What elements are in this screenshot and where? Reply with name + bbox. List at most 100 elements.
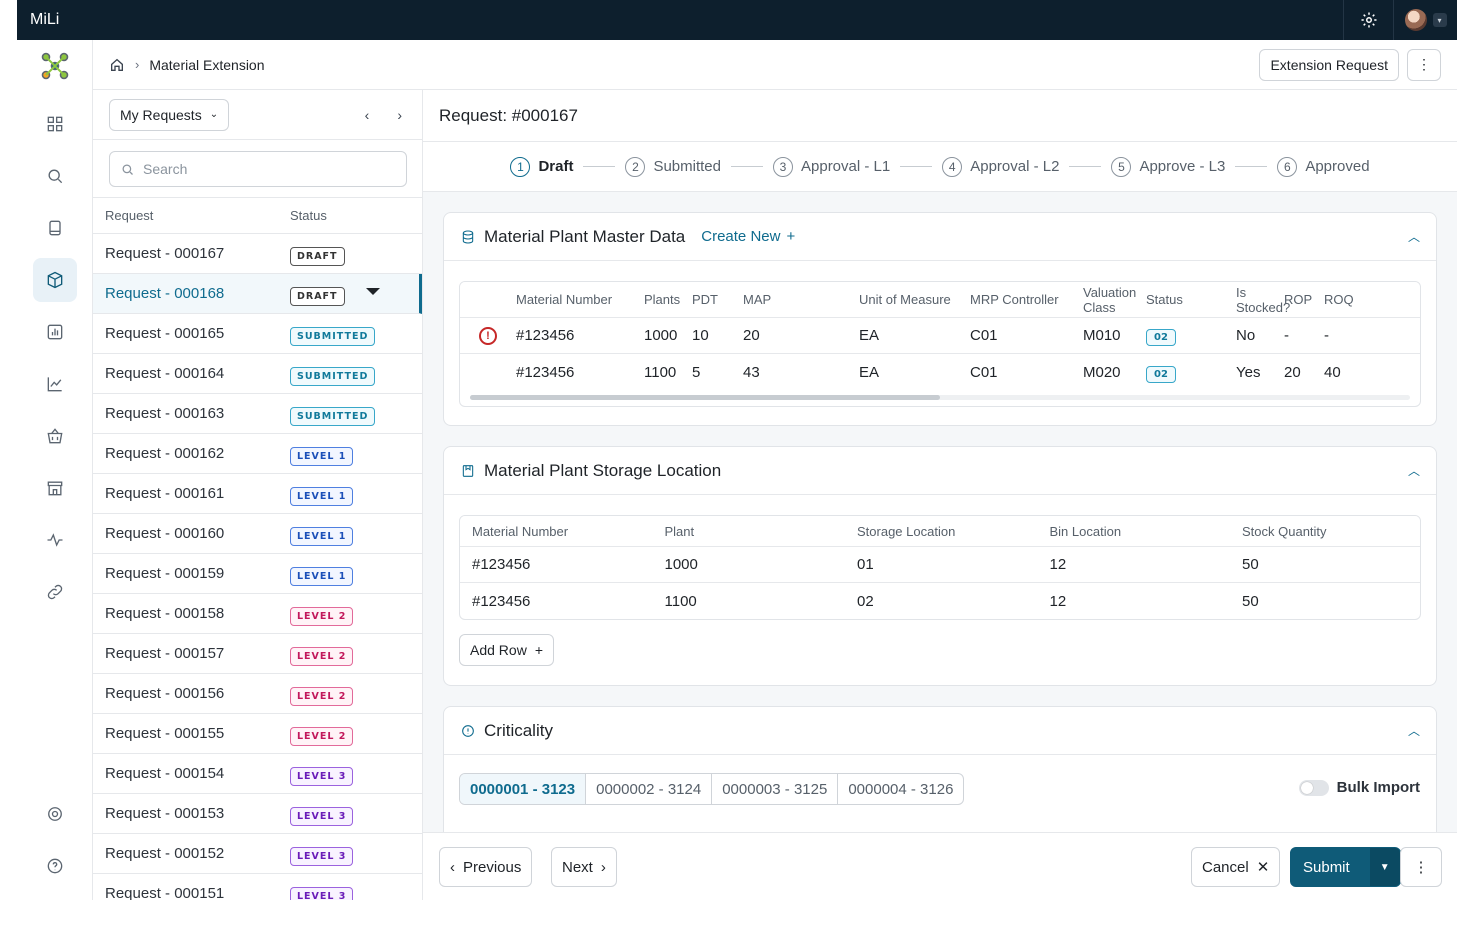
collapse-icon[interactable]: ︿: [1408, 462, 1420, 479]
collapse-icon[interactable]: ︿: [1408, 228, 1420, 245]
step-number: 4: [942, 156, 963, 177]
nav-store[interactable]: [33, 466, 77, 510]
criticality-tab[interactable]: 0000003 - 3125: [712, 774, 839, 804]
request-list-item[interactable]: Request - 000168 DRAFT: [93, 274, 422, 314]
add-row-button[interactable]: Add Row +: [459, 634, 554, 666]
nav-materials[interactable]: [33, 258, 77, 302]
request-name: Request - 000156: [105, 685, 225, 702]
nav-settings[interactable]: [33, 792, 77, 836]
previous-label: Previous: [463, 858, 522, 876]
prev-page-icon[interactable]: ‹: [365, 107, 370, 123]
request-list-item[interactable]: Request - 000163 SUBMITTED: [93, 394, 422, 434]
nav-activity[interactable]: [33, 518, 77, 562]
create-new-link[interactable]: Create New +: [701, 228, 795, 245]
extension-request-button[interactable]: Extension Request: [1259, 48, 1399, 81]
column-header: MRP Controller: [970, 292, 1059, 307]
nav-reports[interactable]: [33, 310, 77, 354]
user-menu[interactable]: ▾: [1393, 0, 1457, 40]
table-row[interactable]: ! #123456 1000 10 20 EA C01 M010 02 No - -: [460, 318, 1420, 354]
status-badge: LEVEL 2: [290, 646, 354, 666]
request-list-item[interactable]: Request - 000159 LEVEL 1: [93, 554, 422, 594]
nav-basket[interactable]: [33, 414, 77, 458]
table-cell: 20: [1284, 363, 1301, 381]
request-list-item[interactable]: Request - 000160 LEVEL 1: [93, 514, 422, 554]
column-header: Is Stocked?: [1236, 284, 1291, 315]
request-list-item[interactable]: Request - 000158 LEVEL 2: [93, 594, 422, 634]
request-list-item[interactable]: Request - 000162 LEVEL 1: [93, 434, 422, 474]
request-list-item[interactable]: Request - 000151 LEVEL 3: [93, 874, 422, 900]
request-list-item[interactable]: Request - 000156 LEVEL 2: [93, 674, 422, 714]
search-input[interactable]: Search: [109, 151, 407, 187]
horizontal-scrollbar[interactable]: [460, 390, 1420, 406]
table-row[interactable]: #123456 1100 02 12 50: [460, 583, 1420, 619]
chevron-down-icon[interactable]: ▼: [1369, 848, 1400, 886]
next-button[interactable]: Next ›: [551, 847, 617, 887]
step-label: Approval - L1: [801, 158, 891, 175]
request-name: Request - 000168: [105, 285, 225, 302]
info-icon: [462, 724, 474, 737]
request-list-item[interactable]: Request - 000165 SUBMITTED: [93, 314, 422, 354]
criticality-tab[interactable]: 0000004 - 3126: [838, 774, 963, 804]
column-header: Unit of Measure: [859, 292, 951, 307]
table-cell: 12: [1049, 556, 1067, 573]
caret-down-icon[interactable]: [366, 288, 380, 295]
table-cell: 50: [1242, 556, 1259, 573]
settings-button[interactable]: [1343, 0, 1393, 40]
submit-button[interactable]: Submit ▼: [1290, 847, 1401, 887]
request-list-item[interactable]: Request - 000161 LEVEL 1: [93, 474, 422, 514]
cancel-button[interactable]: Cancel ✕: [1191, 847, 1281, 887]
table-cell: M010: [1083, 327, 1121, 344]
card-title: Material Plant Storage Location: [484, 460, 722, 480]
help-icon: [47, 858, 63, 874]
step-connector: [900, 166, 933, 167]
requests-filter-dropdown[interactable]: My Requests ⌄: [109, 98, 230, 131]
footer-more-button[interactable]: ⋮: [1400, 847, 1442, 887]
nav-analytics[interactable]: [33, 362, 77, 406]
bookmark-icon: [462, 464, 474, 477]
next-page-icon[interactable]: ›: [397, 107, 402, 123]
collapse-icon[interactable]: ︿: [1408, 722, 1420, 739]
request-list-item[interactable]: Request - 000164 SUBMITTED: [93, 354, 422, 394]
criticality-tab[interactable]: 0000002 - 3124: [586, 774, 713, 804]
table-cell: 01: [857, 556, 874, 573]
request-list-item[interactable]: Request - 000155 LEVEL 2: [93, 714, 422, 754]
step-3: 3 Approval - L1: [773, 156, 891, 177]
status-badge: 02: [1146, 365, 1176, 383]
column-header: ROP: [1284, 292, 1313, 307]
column-header: Storage Location: [857, 523, 956, 539]
status-badge: LEVEL 1: [290, 526, 354, 546]
more-options-button[interactable]: ⋮: [1407, 48, 1441, 81]
app-title: MiLi: [30, 11, 60, 28]
list-header: Request Status: [93, 198, 422, 234]
bulk-import-toggle[interactable]: Bulk Import: [1298, 779, 1420, 796]
chevron-right-icon: ›: [135, 57, 140, 72]
table-cell: #123456: [472, 592, 531, 610]
request-list-item[interactable]: Request - 000152 LEVEL 3: [93, 834, 422, 874]
request-list-item[interactable]: Request - 000154 LEVEL 3: [93, 754, 422, 794]
table-row[interactable]: #123456 1000 01 12 50: [460, 547, 1420, 583]
nav-dashboard[interactable]: [33, 102, 77, 146]
table-row[interactable]: #123456 1100 5 43 EA C01 M020 02 Yes 20 40: [460, 354, 1420, 390]
error-icon[interactable]: !: [479, 326, 497, 345]
nav-search[interactable]: [33, 154, 77, 198]
previous-button[interactable]: ‹ Previous: [439, 847, 533, 887]
column-header: Status: [1146, 292, 1183, 307]
home-icon[interactable]: [109, 57, 125, 73]
step-4: 4 Approval - L2: [942, 156, 1059, 177]
basket-icon: [47, 428, 63, 444]
nav-integrations[interactable]: [33, 570, 77, 614]
nav-documents[interactable]: [33, 206, 77, 250]
col-request: Request: [105, 208, 154, 223]
nav-help[interactable]: [33, 844, 77, 888]
request-list-item[interactable]: Request - 000157 LEVEL 2: [93, 634, 422, 674]
status-badge: LEVEL 3: [290, 846, 354, 866]
toggle-switch[interactable]: [1298, 779, 1329, 796]
storage-table: Material Number Plant Storage Location Bin …: [459, 515, 1421, 620]
scrollbar-thumb[interactable]: [470, 395, 940, 400]
request-list-item[interactable]: Request - 000153 LEVEL 3: [93, 794, 422, 834]
table-cell: 02: [857, 592, 874, 610]
criticality-tab[interactable]: 0000001 - 3123: [460, 774, 587, 804]
bulk-import-label: Bulk Import: [1336, 779, 1420, 796]
top-bar: MiLi ▾: [17, 0, 1457, 40]
request-list-item[interactable]: Request - 000167 DRAFT: [93, 234, 422, 274]
